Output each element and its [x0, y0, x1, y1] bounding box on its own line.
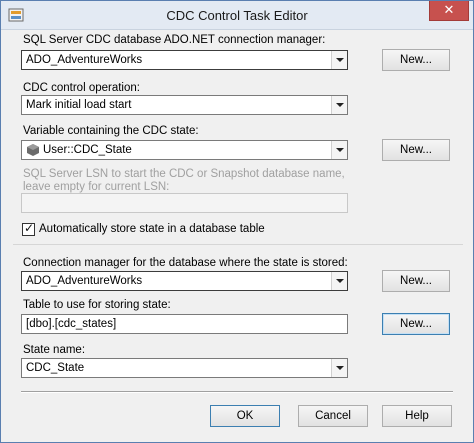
state-name-label: State name: — [23, 344, 86, 356]
new-state-connection-button[interactable]: New... — [382, 270, 450, 292]
footer-separator — [21, 391, 453, 393]
chevron-down-icon[interactable] — [331, 96, 347, 114]
close-icon: ✕ — [443, 2, 455, 17]
auto-store-checkbox[interactable]: ✓ — [22, 221, 35, 236]
chevron-down-icon[interactable] — [331, 359, 347, 377]
state-table-value: [dbo].[cdc_states] — [26, 318, 117, 330]
checkmark-icon: ✓ — [24, 221, 35, 235]
title-bar: CDC Control Task Editor ✕ — [1, 1, 473, 30]
chevron-down-icon[interactable] — [331, 272, 347, 290]
state-table-label: Table to use for storing state: — [23, 299, 171, 311]
group-divider — [13, 244, 463, 245]
cdc-operation-label: CDC control operation: — [23, 82, 140, 94]
connection-manager-select[interactable]: ADO_AdventureWorks — [21, 50, 348, 70]
state-table-input[interactable]: [dbo].[cdc_states] — [21, 314, 348, 334]
state-connection-select[interactable]: ADO_AdventureWorks — [21, 271, 348, 291]
connection-manager-value: ADO_AdventureWorks — [26, 54, 143, 66]
new-connection-button[interactable]: New... — [382, 49, 450, 71]
window-title: CDC Control Task Editor — [166, 8, 308, 23]
lsn-label: SQL Server LSN to start the CDC or Snaps… — [23, 168, 345, 193]
connection-manager-label: SQL Server CDC database ADO.NET connecti… — [23, 34, 326, 46]
ok-button[interactable]: OK — [210, 405, 280, 427]
cdc-operation-select[interactable]: Mark initial load start — [21, 95, 348, 115]
variable-label: Variable containing the CDC state: — [23, 125, 199, 137]
new-variable-button[interactable]: New... — [382, 139, 450, 161]
state-connection-value: ADO_AdventureWorks — [26, 275, 143, 287]
state-name-select[interactable]: CDC_State — [21, 358, 348, 378]
help-button[interactable]: Help — [382, 405, 452, 427]
variable-select[interactable]: User::CDC_State — [21, 140, 348, 160]
close-button[interactable]: ✕ — [429, 1, 469, 21]
cancel-button[interactable]: Cancel — [298, 405, 368, 427]
chevron-down-icon[interactable] — [331, 51, 347, 69]
variable-value: User::CDC_State — [43, 144, 132, 156]
cdc-operation-value: Mark initial load start — [26, 99, 132, 111]
auto-store-label: Automatically store state in a database … — [39, 223, 265, 235]
new-state-table-button[interactable]: New... — [382, 313, 450, 335]
state-name-value: CDC_State — [26, 362, 85, 374]
state-connection-label: Connection manager for the database wher… — [23, 257, 348, 269]
lsn-input — [21, 193, 348, 213]
variable-icon — [27, 144, 39, 156]
chevron-down-icon[interactable] — [331, 141, 347, 159]
cdc-control-task-editor-window: CDC Control Task Editor ✕ SQL Server CDC… — [0, 0, 474, 443]
